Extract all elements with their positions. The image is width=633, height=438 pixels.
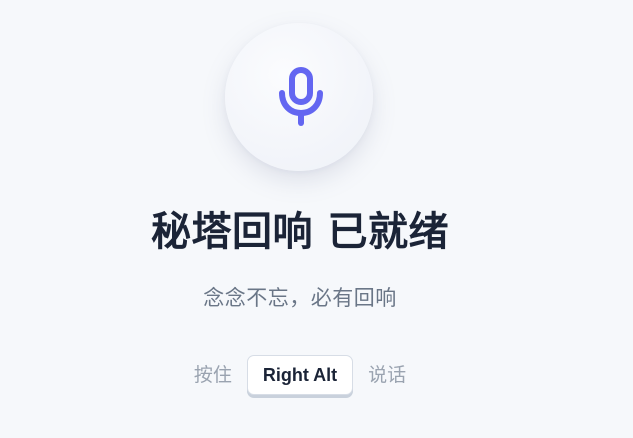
hotkey-hint: 按住 Right Alt 说话 <box>0 355 600 395</box>
hotkey-keycap: Right Alt <box>246 355 354 395</box>
hint-suffix: 说话 <box>368 364 407 386</box>
hint-prefix: 按住 <box>193 364 232 386</box>
mic-button[interactable] <box>225 23 373 171</box>
status-title: 秘塔回响 已就绪 <box>151 209 449 255</box>
ready-screen: 秘塔回响 已就绪 念念不忘，必有回响 按住 Right Alt 说话 <box>0 0 633 438</box>
status-subtitle: 念念不忘，必有回响 <box>203 286 397 310</box>
microphone-icon <box>278 67 323 126</box>
